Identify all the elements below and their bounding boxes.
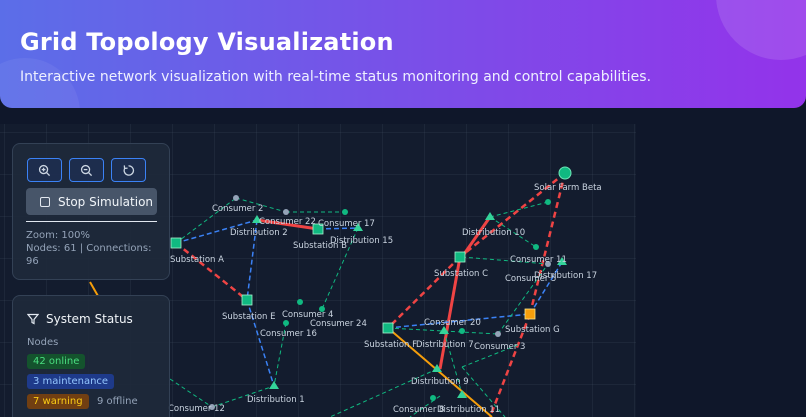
node-label: Substation E xyxy=(222,312,276,322)
online-badge: 42 online xyxy=(27,354,86,369)
node-label: Distribution 2 xyxy=(230,228,288,238)
stop-simulation-button[interactable]: Stop Simulation xyxy=(26,188,157,215)
node-substation-warning[interactable] xyxy=(524,308,536,320)
page-title: Grid Topology Visualization xyxy=(20,28,394,56)
node-substation[interactable] xyxy=(241,294,253,306)
page-subtitle: Interactive network visualization with r… xyxy=(20,69,652,85)
status-title: System Status xyxy=(27,312,133,326)
node-label: Distribution 10 xyxy=(462,228,525,238)
node-label: Consumer 2 xyxy=(212,204,263,214)
node-consumer[interactable] xyxy=(233,195,239,201)
connection[interactable] xyxy=(489,201,549,218)
node-consumer[interactable] xyxy=(495,331,501,337)
node-label: Distribution 7 xyxy=(416,340,474,350)
node-consumer[interactable] xyxy=(342,209,348,215)
offline-count: 9 offline xyxy=(97,396,138,407)
node-count: Nodes: 61 | Connections: 96 xyxy=(26,243,152,267)
node-label: Substation A xyxy=(170,255,224,265)
controls-panel: Stop Simulation Zoom: 100% Nodes: 61 | C… xyxy=(12,143,170,280)
zoom-in-button[interactable] xyxy=(27,158,62,182)
node-label: Solar Farm Beta xyxy=(534,183,602,193)
zoom-controls xyxy=(27,158,146,182)
node-label: Substation G xyxy=(505,325,560,335)
reset-icon xyxy=(123,164,135,176)
node-label: Substation F xyxy=(364,340,417,350)
filter-icon xyxy=(27,313,39,325)
node-label: Consumer 3 xyxy=(474,342,525,352)
node-label: Distribution 15 xyxy=(330,236,393,246)
reset-view-button[interactable] xyxy=(111,158,146,182)
node-consumer[interactable] xyxy=(545,199,551,205)
nodes-label: Nodes xyxy=(27,337,59,348)
node-label: Distribution 17 xyxy=(534,271,597,281)
node-substation[interactable] xyxy=(454,251,466,263)
node-label: Consumer 20 xyxy=(424,318,481,328)
node-label: Consumer 11 xyxy=(510,255,567,265)
node-labels: Solar Farm Beta Consumer 2 Consumer 22 C… xyxy=(168,183,602,415)
zoom-out-icon xyxy=(80,164,93,176)
node-label: Distribution 1 xyxy=(247,395,305,405)
node-label: Consumer 24 xyxy=(310,319,367,329)
node-consumer[interactable] xyxy=(430,395,436,401)
node-label: Distribution 9 xyxy=(411,377,469,387)
page-header: Grid Topology Visualization Interactive … xyxy=(0,0,806,108)
status-title-text: System Status xyxy=(46,312,133,326)
node-consumer[interactable] xyxy=(283,320,289,326)
connection-warning[interactable] xyxy=(89,281,99,297)
node-label: Consumer 22 xyxy=(259,217,316,227)
system-status-panel: System Status Nodes 42 online 3 maintena… xyxy=(12,295,170,417)
node-consumer[interactable] xyxy=(283,209,289,215)
node-solar-farm[interactable] xyxy=(558,166,572,180)
simulation-label: Stop Simulation xyxy=(58,194,154,209)
zoom-level: Zoom: 100% xyxy=(26,230,90,241)
stop-icon xyxy=(40,196,50,207)
node-substation[interactable] xyxy=(382,322,394,334)
graph-stats: Zoom: 100% Nodes: 61 | Connections: 96 xyxy=(26,229,166,268)
node-label: Substation C xyxy=(434,269,488,279)
connection-critical[interactable] xyxy=(175,242,248,301)
header-decoration xyxy=(716,0,806,60)
node-consumer[interactable] xyxy=(297,299,303,305)
zoom-in-icon xyxy=(38,164,51,176)
node-substation[interactable] xyxy=(170,237,182,249)
node-label: Consumer 17 xyxy=(318,219,375,229)
connection-maintenance[interactable] xyxy=(529,261,563,315)
node-label: Consumer 16 xyxy=(260,329,317,339)
zoom-out-button[interactable] xyxy=(69,158,104,182)
node-consumer[interactable] xyxy=(533,244,539,250)
node-consumer[interactable] xyxy=(459,328,465,334)
node-label: Distribution 11 xyxy=(437,405,500,415)
connection[interactable] xyxy=(169,378,213,408)
node-label: Consumer 12 xyxy=(168,404,225,414)
node-distribution[interactable] xyxy=(269,381,279,389)
maintenance-badge: 3 maintenance xyxy=(27,374,115,389)
connection-critical[interactable] xyxy=(528,172,567,315)
divider xyxy=(26,221,157,222)
warning-badge: 7 warning xyxy=(27,394,89,409)
